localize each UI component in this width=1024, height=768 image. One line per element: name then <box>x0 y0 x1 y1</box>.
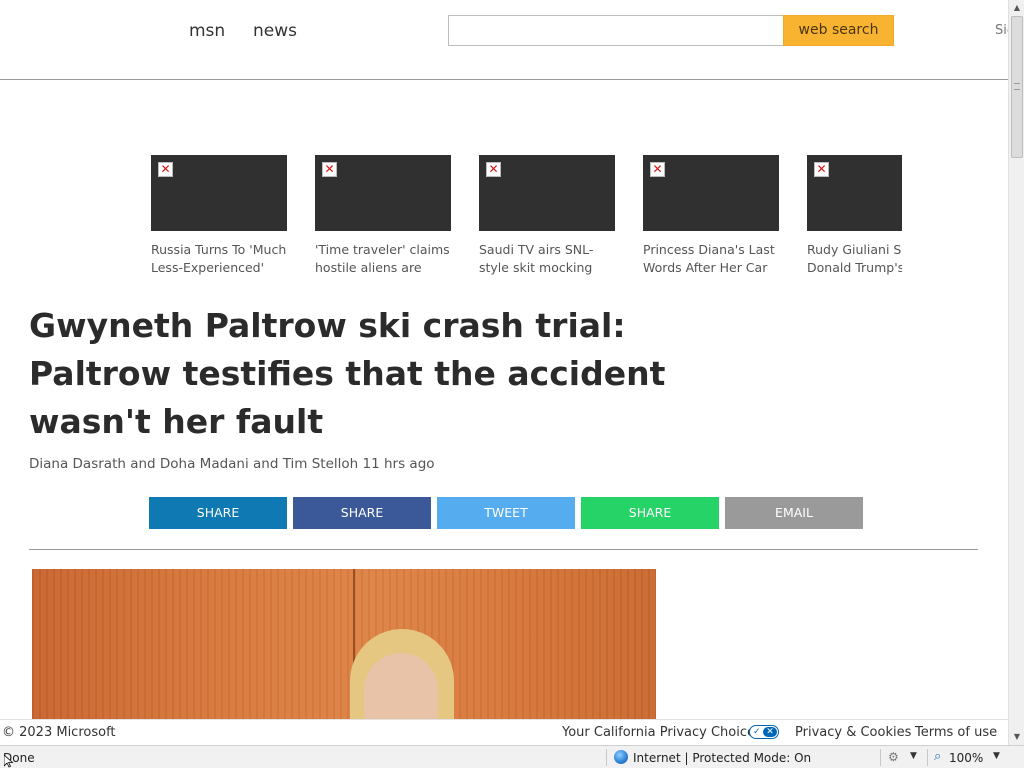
carousel-caption[interactable]: Saudi TV airs SNL-style skit mocking Joe… <box>479 241 615 277</box>
chevron-down-icon[interactable]: ▼ <box>910 751 917 761</box>
carousel-thumbnail[interactable]: ✕ <box>643 155 779 231</box>
carousel-card[interactable]: ✕ 'Time traveler' claims hostile aliens … <box>315 155 451 277</box>
sign-in-link[interactable]: Sig <box>995 23 1008 38</box>
vertical-scrollbar[interactable]: ▲ ▼ <box>1008 0 1024 745</box>
carousel-card[interactable]: ✕ Saudi TV airs SNL-style skit mocking J… <box>479 155 615 277</box>
scrollbar-thumb[interactable] <box>1011 16 1023 158</box>
scroll-down-arrow-icon[interactable]: ▼ <box>1009 729 1024 745</box>
article-headline: Gwyneth Paltrow ski crash trial: Paltrow… <box>29 306 666 441</box>
wood-panel-texture <box>32 569 656 719</box>
carousel-card[interactable]: ✕ Princess Diana's Last Words After Her … <box>643 155 779 277</box>
tweet-button[interactable]: TWEET <box>437 497 575 529</box>
status-separator <box>880 749 881 766</box>
broken-image-icon: ✕ <box>158 162 173 177</box>
security-zone-text[interactable]: Internet | Protected Mode: On <box>633 751 811 765</box>
ie-status-bar: Done Internet | Protected Mode: On ⚙ ▼ ⌕… <box>0 745 1024 768</box>
broken-image-icon: ✕ <box>486 162 501 177</box>
msn-header: msn news web search Sig <box>0 0 1008 80</box>
broken-image-icon: ✕ <box>650 162 665 177</box>
status-separator <box>927 749 928 766</box>
carousel-thumbnail[interactable]: ✕ <box>151 155 287 231</box>
article-byline: Diana Dasrath and Doha Madani and Tim St… <box>29 456 435 472</box>
zoom-level[interactable]: 100% <box>949 751 983 765</box>
status-separator <box>606 749 607 766</box>
carousel-card[interactable]: ✕ Russia Turns To 'Much Less-Experienced… <box>151 155 287 277</box>
california-privacy-link[interactable]: Your California Privacy Choices <box>562 725 762 740</box>
email-button[interactable]: EMAIL <box>725 497 863 529</box>
privacy-choices-icon[interactable]: ✓ ✕ <box>749 725 779 739</box>
copyright-text: © 2023 Microsoft <box>2 725 116 740</box>
page-footer: © 2023 Microsoft Your California Privacy… <box>0 719 1008 745</box>
share-facebook-button[interactable]: SHARE <box>293 497 431 529</box>
scrollbar-grip-icon <box>1014 83 1020 90</box>
broken-image-icon: ✕ <box>322 162 337 177</box>
carousel-caption[interactable]: 'Time traveler' claims hostile aliens ar… <box>315 241 451 277</box>
terms-of-use-link[interactable]: Terms of use <box>915 725 997 740</box>
broken-image-icon: ✕ <box>814 162 829 177</box>
carousel-thumbnail[interactable]: ✕ <box>479 155 615 231</box>
carousel-thumbnail[interactable]: ✕ <box>807 155 902 231</box>
privacy-cookies-link[interactable]: Privacy & Cookies <box>795 725 911 740</box>
web-search-button[interactable]: web search <box>783 15 894 46</box>
browser-viewport: msn news web search Sig ✕ Russia Turns T… <box>0 0 1008 719</box>
search-input[interactable] <box>448 15 784 46</box>
carousel-thumbnail[interactable]: ✕ <box>315 155 451 231</box>
carousel-card[interactable]: ✕ Rudy Giuliani Sai Donald Trump's <box>807 155 902 277</box>
msn-logo-link[interactable]: msn <box>189 21 225 41</box>
scroll-up-arrow-icon[interactable]: ▲ <box>1009 0 1024 16</box>
carousel-caption-text: Rudy Giuliani Sai Donald Trump's <box>807 242 902 275</box>
share-linkedin-button[interactable]: SHARE <box>149 497 287 529</box>
protected-mode-icon[interactable]: ⚙ <box>888 750 899 764</box>
article-divider <box>29 549 978 550</box>
chevron-down-icon[interactable]: ▼ <box>993 751 1000 761</box>
person-face <box>364 653 438 719</box>
article-photo[interactable] <box>32 569 656 719</box>
carousel-caption[interactable]: Princess Diana's Last Words After Her Ca… <box>643 241 779 277</box>
share-whatsapp-button[interactable]: SHARE <box>581 497 719 529</box>
news-section-link[interactable]: news <box>253 21 297 41</box>
internet-globe-icon <box>614 750 628 764</box>
carousel-caption[interactable]: Rudy Giuliani Sai Donald Trump's <box>807 241 902 277</box>
zoom-magnifier-icon[interactable]: ⌕ <box>934 749 941 764</box>
mouse-cursor-icon <box>4 755 14 768</box>
carousel-caption[interactable]: Russia Turns To 'Much Less-Experienced' … <box>151 241 287 277</box>
